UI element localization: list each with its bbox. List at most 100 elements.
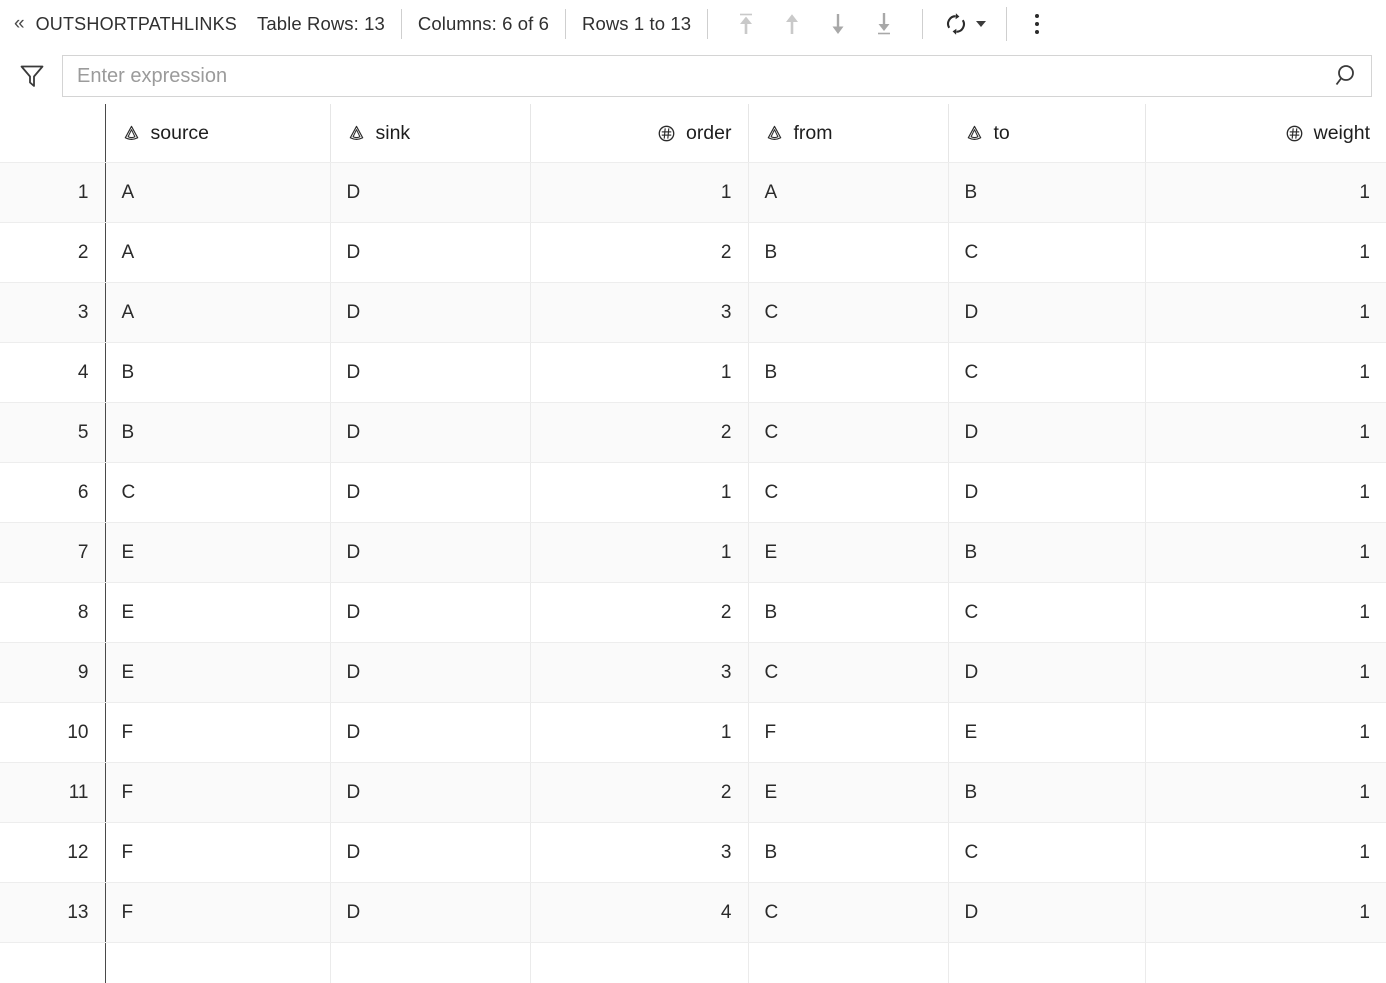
table-row[interactable]: 6CD1CD1 [0, 463, 1386, 523]
column-header-to[interactable]: to [948, 104, 1145, 163]
cell-sink[interactable]: D [330, 883, 530, 943]
cell-sink[interactable]: D [330, 583, 530, 643]
more-options-button[interactable] [1023, 7, 1051, 41]
cell-to[interactable]: B [948, 763, 1145, 823]
cell-to[interactable]: D [948, 643, 1145, 703]
column-header-weight[interactable]: weight [1145, 104, 1386, 163]
cell-to[interactable]: E [948, 703, 1145, 763]
cell-order[interactable]: 2 [530, 583, 748, 643]
cell-order[interactable]: 2 [530, 763, 748, 823]
refresh-button[interactable] [939, 9, 990, 39]
table-row[interactable]: 5BD2CD1 [0, 403, 1386, 463]
cell-source[interactable]: A [105, 223, 330, 283]
cell-from[interactable]: C [748, 403, 948, 463]
cell-order[interactable]: 1 [530, 463, 748, 523]
cell-weight[interactable]: 1 [1145, 823, 1386, 883]
search-button[interactable] [1319, 56, 1371, 96]
cell-weight[interactable]: 1 [1145, 463, 1386, 523]
cell-from[interactable]: B [748, 223, 948, 283]
table-row[interactable]: 10FD1FE1 [0, 703, 1386, 763]
cell-to[interactable]: D [948, 883, 1145, 943]
chevron-down-icon[interactable] [976, 21, 986, 27]
cell-sink[interactable]: D [330, 163, 530, 223]
cell-weight[interactable]: 1 [1145, 223, 1386, 283]
cell-order[interactable]: 2 [530, 403, 748, 463]
cell-to[interactable]: C [948, 223, 1145, 283]
cell-order[interactable]: 3 [530, 823, 748, 883]
cell-source[interactable]: F [105, 703, 330, 763]
cell-source[interactable]: B [105, 403, 330, 463]
table-row[interactable]: 2AD2BC1 [0, 223, 1386, 283]
cell-from[interactable]: F [748, 703, 948, 763]
column-header-order[interactable]: order [530, 104, 748, 163]
cell-order[interactable]: 2 [530, 223, 748, 283]
cell-source[interactable]: F [105, 763, 330, 823]
cell-from[interactable]: B [748, 343, 948, 403]
table-row[interactable]: 7ED1EB1 [0, 523, 1386, 583]
cell-from[interactable]: B [748, 823, 948, 883]
cell-from[interactable]: E [748, 523, 948, 583]
cell-sink[interactable]: D [330, 643, 530, 703]
cell-weight[interactable]: 1 [1145, 403, 1386, 463]
cell-sink[interactable]: D [330, 283, 530, 343]
cell-from[interactable]: B [748, 583, 948, 643]
cell-sink[interactable]: D [330, 703, 530, 763]
cell-sink[interactable]: D [330, 463, 530, 523]
cell-from[interactable]: A [748, 163, 948, 223]
cell-order[interactable]: 1 [530, 703, 748, 763]
cell-source[interactable]: C [105, 463, 330, 523]
cell-to[interactable]: C [948, 583, 1145, 643]
cell-from[interactable]: C [748, 283, 948, 343]
cell-sink[interactable]: D [330, 523, 530, 583]
cell-order[interactable]: 1 [530, 523, 748, 583]
cell-to[interactable]: C [948, 823, 1145, 883]
cell-sink[interactable]: D [330, 343, 530, 403]
table-row[interactable]: 13FD4CD1 [0, 883, 1386, 943]
cell-weight[interactable]: 1 [1145, 763, 1386, 823]
table-row[interactable]: 8ED2BC1 [0, 583, 1386, 643]
cell-source[interactable]: E [105, 583, 330, 643]
cell-to[interactable]: D [948, 283, 1145, 343]
cell-weight[interactable]: 1 [1145, 703, 1386, 763]
table-row[interactable]: 1AD1AB1 [0, 163, 1386, 223]
cell-source[interactable]: F [105, 823, 330, 883]
cell-source[interactable]: A [105, 163, 330, 223]
cell-order[interactable]: 1 [530, 163, 748, 223]
cell-from[interactable]: C [748, 463, 948, 523]
funnel-filter-button[interactable] [12, 61, 52, 91]
cell-to[interactable]: D [948, 463, 1145, 523]
column-header-source[interactable]: source [105, 104, 330, 163]
cell-sink[interactable]: D [330, 223, 530, 283]
first-page-button[interactable] [724, 5, 768, 43]
column-header-from[interactable]: from [748, 104, 948, 163]
last-page-button[interactable] [862, 5, 906, 43]
table-row[interactable]: 9ED3CD1 [0, 643, 1386, 703]
cell-to[interactable]: C [948, 343, 1145, 403]
cell-to[interactable]: B [948, 163, 1145, 223]
table-row[interactable]: 11FD2EB1 [0, 763, 1386, 823]
cell-order[interactable]: 3 [530, 283, 748, 343]
cell-order[interactable]: 3 [530, 643, 748, 703]
column-header-sink[interactable]: sink [330, 104, 530, 163]
cell-weight[interactable]: 1 [1145, 883, 1386, 943]
cell-to[interactable]: D [948, 403, 1145, 463]
cell-from[interactable]: C [748, 643, 948, 703]
cell-source[interactable]: E [105, 643, 330, 703]
cell-source[interactable]: E [105, 523, 330, 583]
cell-weight[interactable]: 1 [1145, 643, 1386, 703]
expression-input[interactable] [63, 56, 1319, 96]
cell-sink[interactable]: D [330, 403, 530, 463]
cell-order[interactable]: 1 [530, 343, 748, 403]
cell-weight[interactable]: 1 [1145, 283, 1386, 343]
cell-weight[interactable]: 1 [1145, 583, 1386, 643]
cell-to[interactable]: B [948, 523, 1145, 583]
table-row[interactable]: 4BD1BC1 [0, 343, 1386, 403]
previous-page-button[interactable] [770, 5, 814, 43]
next-page-button[interactable] [816, 5, 860, 43]
table-row[interactable]: 12FD3BC1 [0, 823, 1386, 883]
cell-weight[interactable]: 1 [1145, 163, 1386, 223]
expression-field-wrapper[interactable] [62, 55, 1372, 97]
cell-weight[interactable]: 1 [1145, 343, 1386, 403]
cell-sink[interactable]: D [330, 763, 530, 823]
cell-from[interactable]: C [748, 883, 948, 943]
